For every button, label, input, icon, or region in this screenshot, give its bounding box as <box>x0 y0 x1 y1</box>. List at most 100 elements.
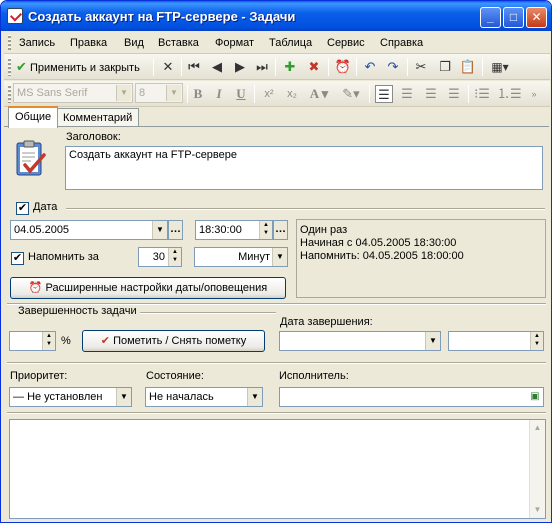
completion-time-input[interactable]: ▲ ▼ <box>448 331 544 351</box>
subject-value: Создать аккаунт на FTP-сервере <box>69 149 238 161</box>
undo-icon[interactable]: ↶ <box>361 58 379 76</box>
date-picker-button[interactable]: … <box>168 220 183 240</box>
superscript-icon[interactable]: x² <box>260 85 278 103</box>
tab-general[interactable]: Общие <box>8 106 59 128</box>
bullet-list-icon[interactable]: ⁝☰ <box>473 85 491 103</box>
advanced-date-button[interactable]: ⏰ Расширенные настройки даты/оповещения <box>10 277 286 299</box>
date-input[interactable]: 04.05.2005 ▼ <box>10 220 168 240</box>
toolbar-grip[interactable] <box>8 85 11 103</box>
time-picker-button[interactable]: … <box>273 220 288 240</box>
close-button[interactable]: ✕ <box>526 7 547 28</box>
toolbar-grip[interactable] <box>8 58 11 76</box>
menu-format[interactable]: Формат <box>215 37 254 49</box>
completion-date-label: Дата завершения: <box>280 316 373 328</box>
paste-icon[interactable]: 📋 <box>459 58 477 76</box>
justify-icon[interactable]: ☰ <box>445 85 463 103</box>
time-input[interactable]: 18:30:00 ▲ ▼ <box>195 220 273 240</box>
percent-spinner[interactable]: ▲ ▼ <box>42 332 55 350</box>
date-value: 04.05.2005 <box>14 224 70 236</box>
completion-label: Завершенность задачи <box>18 305 137 317</box>
remind-unit-select[interactable]: Минут ▼ <box>194 247 288 267</box>
menu-grip[interactable] <box>8 35 11 51</box>
delete-record-icon[interactable]: ✖ <box>305 58 323 76</box>
date-checkbox[interactable]: ✔ <box>16 202 29 215</box>
completion-time-spinner[interactable]: ▲ ▼ <box>530 332 543 350</box>
italic-icon[interactable]: I <box>211 85 227 103</box>
tab-comment[interactable]: Комментарий <box>56 108 140 128</box>
percent-input[interactable]: ▲ ▼ <box>9 331 56 351</box>
separator <box>275 58 276 76</box>
time-value: 18:30:00 <box>199 224 242 236</box>
status-select[interactable]: Не началась ▼ <box>145 387 263 407</box>
minimize-button[interactable]: _ <box>480 7 501 28</box>
table-icon[interactable]: ▦▾ <box>487 58 513 76</box>
general-panel: Заголовок: Создать аккаунт на FTP-сервер… <box>4 126 549 521</box>
separator <box>187 85 188 103</box>
remind-unit-value: Минут <box>238 251 270 263</box>
highlight-icon[interactable]: ✎▾ <box>338 85 364 103</box>
cut-icon[interactable]: ✂ <box>412 58 430 76</box>
divider <box>7 362 546 364</box>
percent-sign: % <box>61 335 71 347</box>
status-value: Не началась <box>149 391 214 403</box>
redo-icon[interactable]: ↷ <box>384 58 402 76</box>
remind-checkbox[interactable]: ✔ <box>11 252 24 265</box>
assignee-input[interactable]: ▣ <box>279 387 544 407</box>
last-record-icon[interactable]: ⏭ <box>254 58 270 76</box>
scroll-up-icon[interactable]: ▲ <box>530 420 545 436</box>
recurrence-line-2: Начиная с 04.05.2005 18:30:00 <box>300 237 457 249</box>
recurrence-info-box: Один раз Начиная с 04.05.2005 18:30:00 Н… <box>296 219 546 298</box>
menu-insert[interactable]: Вставка <box>158 37 199 49</box>
subscript-icon[interactable]: x₂ <box>283 85 301 103</box>
title-bar[interactable]: Создать аккаунт на FTP-сервере - Задачи … <box>1 1 551 31</box>
scroll-down-icon[interactable]: ▼ <box>530 502 545 518</box>
subject-input[interactable]: Создать аккаунт на FTP-сервере <box>65 146 543 190</box>
chevron-down-icon: ▼ <box>116 388 131 406</box>
underline-icon[interactable]: U <box>233 85 249 103</box>
menu-help[interactable]: Справка <box>380 37 423 49</box>
align-center-icon[interactable]: ☰ <box>398 85 416 103</box>
priority-value: Не установлен <box>27 391 103 403</box>
align-left-icon[interactable]: ☰ <box>375 85 393 103</box>
font-color-icon[interactable]: A ▾ <box>306 85 332 103</box>
prev-record-icon[interactable]: ◀ <box>209 58 225 76</box>
menu-record[interactable]: Запись <box>19 37 55 49</box>
numbered-list-icon[interactable]: ⒈☰ <box>497 85 522 103</box>
priority-select[interactable]: — Не установлен ▼ <box>9 387 132 407</box>
align-right-icon[interactable]: ☰ <box>422 85 440 103</box>
bold-icon[interactable]: B <box>190 85 206 103</box>
separator <box>356 58 357 76</box>
next-record-icon[interactable]: ▶ <box>232 58 248 76</box>
menu-tools[interactable]: Сервис <box>327 37 365 49</box>
remind-amount-input[interactable]: 30 ▲ ▼ <box>138 247 182 267</box>
scrollbar[interactable]: ▲ ▼ <box>529 420 545 518</box>
first-record-icon[interactable]: ⏮ <box>186 58 202 76</box>
remind-spinner[interactable]: ▲ ▼ <box>168 248 181 266</box>
maximize-button[interactable]: □ <box>503 7 524 28</box>
alarm-clock-icon[interactable]: ⏰ <box>334 58 352 76</box>
address-book-icon[interactable]: ▣ <box>527 388 543 406</box>
delete-icon[interactable]: ✕ <box>159 58 177 76</box>
dash-icon: — <box>13 391 24 403</box>
menu-table[interactable]: Таблица <box>269 37 312 49</box>
menu-edit[interactable]: Правка <box>70 37 107 49</box>
assignee-label: Исполнитель: <box>279 370 349 382</box>
toolbar-options-icon[interactable]: » <box>529 85 539 103</box>
time-spinner[interactable]: ▲ ▼ <box>259 221 272 239</box>
divider <box>66 208 545 210</box>
copy-icon[interactable]: ❐ <box>436 58 454 76</box>
date-label: Дата <box>33 201 58 213</box>
completion-date-select[interactable]: ▼ <box>279 331 441 351</box>
mark-toggle-button[interactable]: ✔ Пометить / Снять пометку <box>82 330 265 352</box>
new-record-icon[interactable]: ✚ <box>281 58 299 76</box>
notes-textarea[interactable]: ▲ ▼ <box>9 419 546 519</box>
font-select[interactable]: MS Sans Serif ▼ <box>13 83 133 103</box>
chevron-down-icon[interactable]: ▼ <box>152 221 167 239</box>
chevron-down-icon: ▼ <box>272 248 287 266</box>
alarm-clock-icon: ⏰ <box>28 282 43 294</box>
menu-view[interactable]: Вид <box>124 37 144 49</box>
subject-label: Заголовок: <box>66 131 121 143</box>
apply-close-button[interactable]: ✔ Применить и закрыть <box>16 58 148 76</box>
font-size-select[interactable]: 8 ▼ <box>135 83 183 103</box>
separator <box>328 58 329 76</box>
